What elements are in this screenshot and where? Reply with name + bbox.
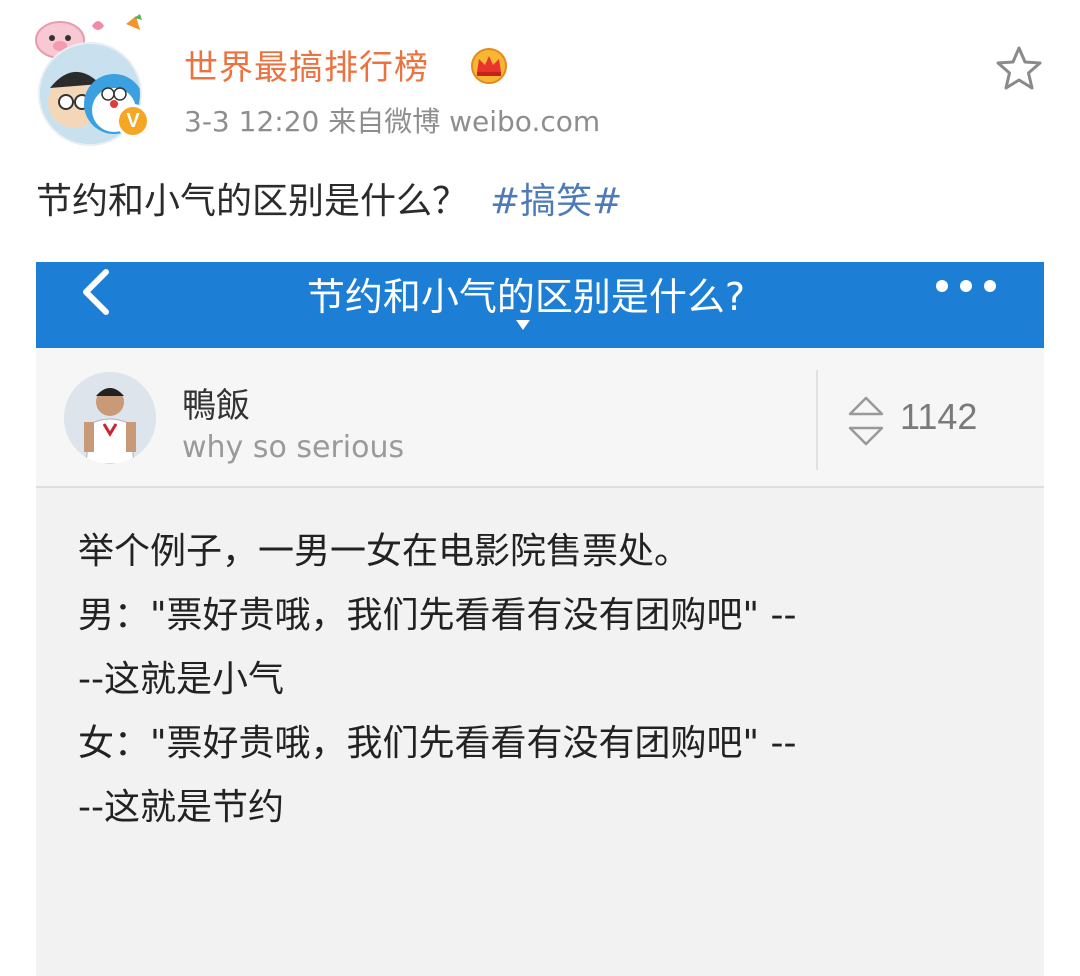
answerer-avatar[interactable]	[64, 372, 156, 464]
answer-line: 男："票好贵哦，我们先看看有没有团购吧" --	[78, 595, 797, 636]
answer-line: 女："票好贵哦，我们先看看有没有团购吧" --	[78, 723, 797, 764]
answer-body: 举个例子，一男一女在电影院售票处。 男："票好贵哦，我们先看看有没有团购吧" -…	[78, 520, 1018, 840]
vote-icon[interactable]	[846, 392, 886, 450]
star-icon[interactable]	[994, 44, 1044, 92]
answer-line: 举个例子，一男一女在电影院售票处。	[78, 531, 691, 572]
answerer-bio: why so serious	[182, 430, 405, 465]
answer-line: --这就是小气	[78, 659, 284, 700]
crown-icon[interactable]	[468, 46, 510, 84]
answer-header: 鴨飯 why so serious 1142	[36, 348, 1044, 488]
nav-title: 节约和小气的区别是什么?	[306, 275, 746, 319]
caret-down-icon[interactable]	[516, 320, 530, 330]
divider	[816, 370, 818, 470]
more-icon[interactable]	[934, 278, 998, 294]
hashtag-link[interactable]: #搞笑#	[490, 181, 622, 222]
vote-count: 1142	[900, 396, 978, 437]
post-text: 节约和小气的区别是什么？ #搞笑#	[36, 172, 622, 224]
answer-line: --这就是节约	[78, 787, 284, 828]
back-icon[interactable]	[76, 266, 116, 318]
username[interactable]: 世界最搞排行榜	[184, 40, 429, 89]
answerer-name[interactable]: 鴨飯	[182, 378, 250, 427]
nav-bar: 节约和小气的区别是什么?	[36, 262, 1044, 348]
post-meta: 3-3 12:20 来自微博 weibo.com	[184, 105, 601, 138]
post-header: V 世界最搞排行榜 3-3 12:20 来自微博 weibo.com	[0, 0, 1080, 160]
verified-icon: V	[116, 104, 150, 138]
embedded-screenshot[interactable]: 节约和小气的区别是什么? 鴨飯 why so serious 1142 举个例子…	[36, 262, 1044, 976]
post-text-content: 节约和小气的区别是什么？	[36, 181, 469, 222]
user-avatar[interactable]: V	[30, 14, 154, 146]
